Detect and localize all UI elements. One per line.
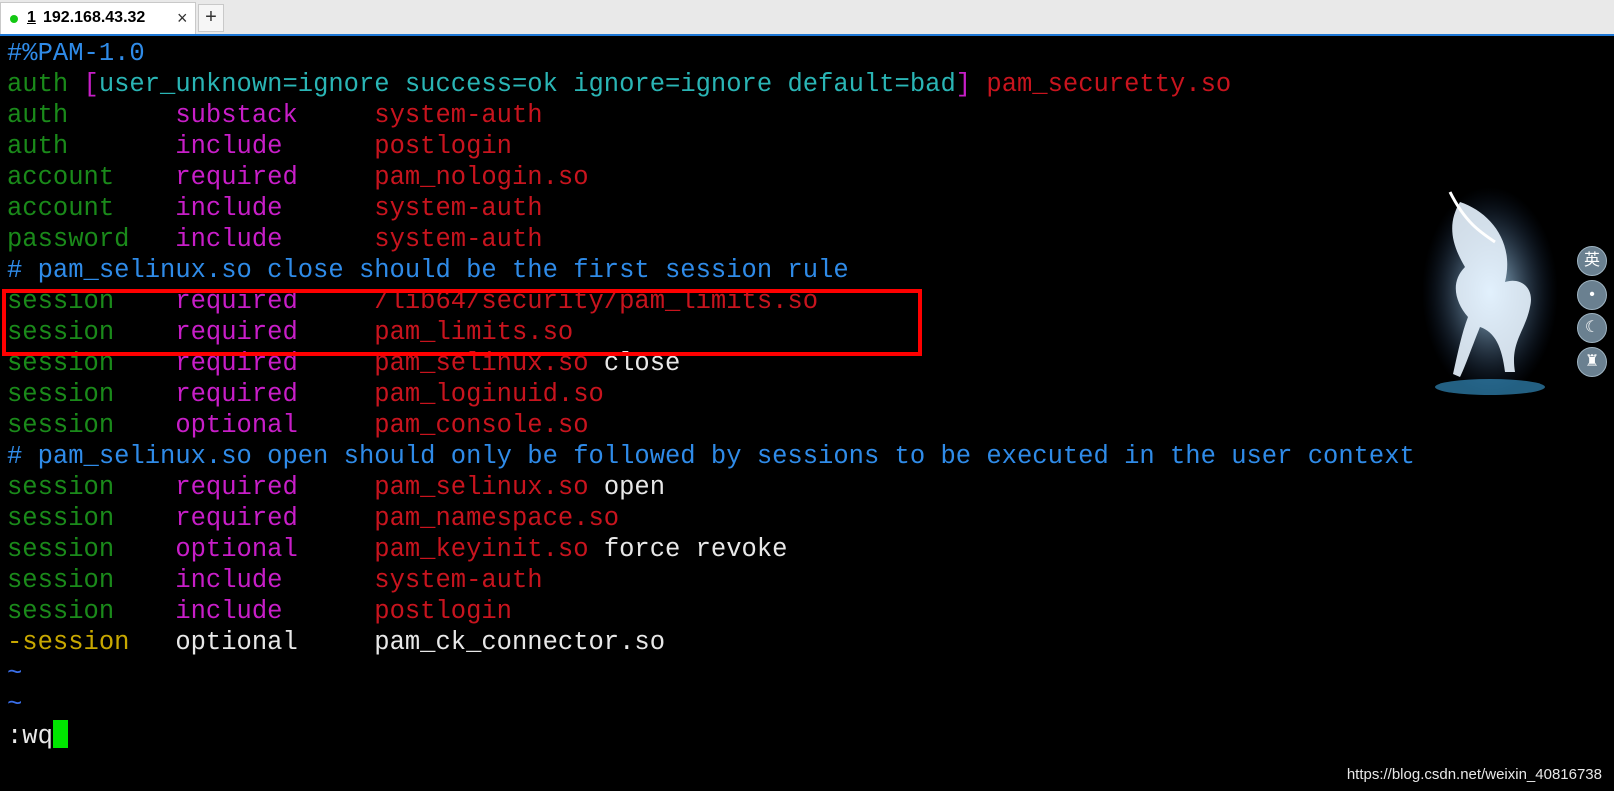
tab-bar: 1 192.168.43.32 × + xyxy=(0,0,1614,36)
terminal-line: # pam_selinux.so close should be the fir… xyxy=(7,255,849,286)
ime-skin-button[interactable]: ♜ xyxy=(1577,347,1607,377)
watermark: https://blog.csdn.net/weixin_40816738 xyxy=(1346,766,1602,783)
terminal-text: account xyxy=(7,163,176,192)
terminal-text: session xyxy=(7,473,176,502)
terminal-line: -session optional pam_ck_connector.so xyxy=(7,627,665,658)
highlight-box xyxy=(2,289,922,356)
terminal-text: pam_loginuid.so xyxy=(374,380,604,409)
terminal-text: include xyxy=(175,597,375,626)
terminal-text: include xyxy=(175,132,375,161)
terminal-line: session required pam_namespace.so xyxy=(7,503,619,534)
terminal-text: -session xyxy=(7,628,176,657)
terminal-text: # pam_selinux.so close should be the fir… xyxy=(7,256,849,285)
terminal-text: optional xyxy=(175,628,375,657)
terminal-text: session xyxy=(7,535,176,564)
terminal-line: ~ xyxy=(7,658,22,689)
terminal-text: pam_namespace.so xyxy=(374,504,620,533)
terminal-text: session xyxy=(7,597,176,626)
terminal-line: session required pam_loginuid.so xyxy=(7,379,604,410)
terminal-text: open xyxy=(603,473,666,502)
terminal-text: postlogin xyxy=(374,132,512,161)
terminal-line: auth [user_unknown=ignore success=ok ign… xyxy=(7,69,1231,100)
terminal-text: include xyxy=(175,566,375,595)
terminal-text: pam_selinux.so xyxy=(374,473,604,502)
terminal-text: #%PAM-1.0 xyxy=(7,39,145,68)
terminal-text: pam_keyinit.so xyxy=(374,535,604,564)
terminal-line: # pam_selinux.so open should only be fol… xyxy=(7,441,1415,472)
terminal-text: pam_nologin.so xyxy=(374,163,589,192)
terminal-text: substack xyxy=(175,101,375,130)
terminal-text: password xyxy=(7,225,176,254)
command-line[interactable]: :wq xyxy=(7,720,68,751)
ime-moon-button[interactable]: ☾ xyxy=(1577,313,1607,343)
terminal-line: account include system-auth xyxy=(7,193,543,224)
terminal-text: required xyxy=(175,504,375,533)
terminal-text: required xyxy=(175,163,375,192)
terminal-line: session required pam_selinux.so open xyxy=(7,472,665,503)
terminal-text: system-auth xyxy=(374,225,543,254)
pegasus-icon xyxy=(1422,187,1558,397)
tab-title: 192.168.43.32 xyxy=(43,9,146,26)
terminal-text: pam_ck_connector.so xyxy=(374,628,666,657)
session-tab[interactable]: 1 192.168.43.32 × xyxy=(0,2,196,34)
terminal-text: required xyxy=(175,473,375,502)
terminal-text: session xyxy=(7,380,176,409)
terminal-text: system-auth xyxy=(374,566,543,595)
terminal-text: # pam_selinux.so open should only be fol… xyxy=(7,442,1415,471)
terminal-line: session include postlogin xyxy=(7,596,512,627)
terminal-line: password include system-auth xyxy=(7,224,543,255)
terminal-text: user_unknown=ignore success=ok ignore=ig… xyxy=(98,70,956,99)
terminal-line: session include system-auth xyxy=(7,565,543,596)
new-tab-button[interactable]: + xyxy=(198,4,224,32)
terminal-line: session optional pam_console.so xyxy=(7,410,589,441)
terminal-text: auth xyxy=(7,101,176,130)
terminal-text: ~ xyxy=(7,659,23,688)
terminal-text: [ xyxy=(83,70,99,99)
terminal-line: auth substack system-auth xyxy=(7,100,543,131)
terminal-text: session xyxy=(7,566,176,595)
terminal-text: optional xyxy=(175,411,375,440)
command-text: :wq xyxy=(7,722,53,751)
text-cursor xyxy=(52,720,68,748)
terminal-text: account xyxy=(7,194,176,223)
terminal-text: ~ xyxy=(7,690,23,719)
terminal-text: postlogin xyxy=(374,597,512,626)
tab-number: 1 xyxy=(27,9,36,26)
ime-language-button[interactable]: 英 xyxy=(1577,246,1607,276)
terminal-text: required xyxy=(175,380,375,409)
terminal-text: auth xyxy=(7,132,176,161)
terminal-text: optional xyxy=(175,535,375,564)
terminal-line: account required pam_nologin.so xyxy=(7,162,589,193)
terminal-line: #%PAM-1.0 xyxy=(7,38,145,69)
terminal-text: system-auth xyxy=(374,101,543,130)
terminal-line: session optional pam_keyinit.so force re… xyxy=(7,534,787,565)
terminal-text: include xyxy=(175,194,375,223)
terminal-text: pam_console.so xyxy=(374,411,589,440)
connection-status-icon xyxy=(10,15,18,23)
close-tab-button[interactable]: × xyxy=(177,8,188,29)
terminal-text: session xyxy=(7,411,176,440)
terminal-text: system-auth xyxy=(374,194,543,223)
terminal-line: ~ xyxy=(7,689,22,720)
ime-punctuation-button[interactable]: • xyxy=(1577,280,1607,310)
terminal-text: auth xyxy=(7,70,84,99)
terminal-text: ] xyxy=(955,70,987,99)
terminal-text: include xyxy=(175,225,375,254)
terminal-text: force revoke xyxy=(603,535,788,564)
terminal-text: pam_securetty.so xyxy=(986,70,1232,99)
terminal-text: session xyxy=(7,504,176,533)
terminal-line: auth include postlogin xyxy=(7,131,512,162)
